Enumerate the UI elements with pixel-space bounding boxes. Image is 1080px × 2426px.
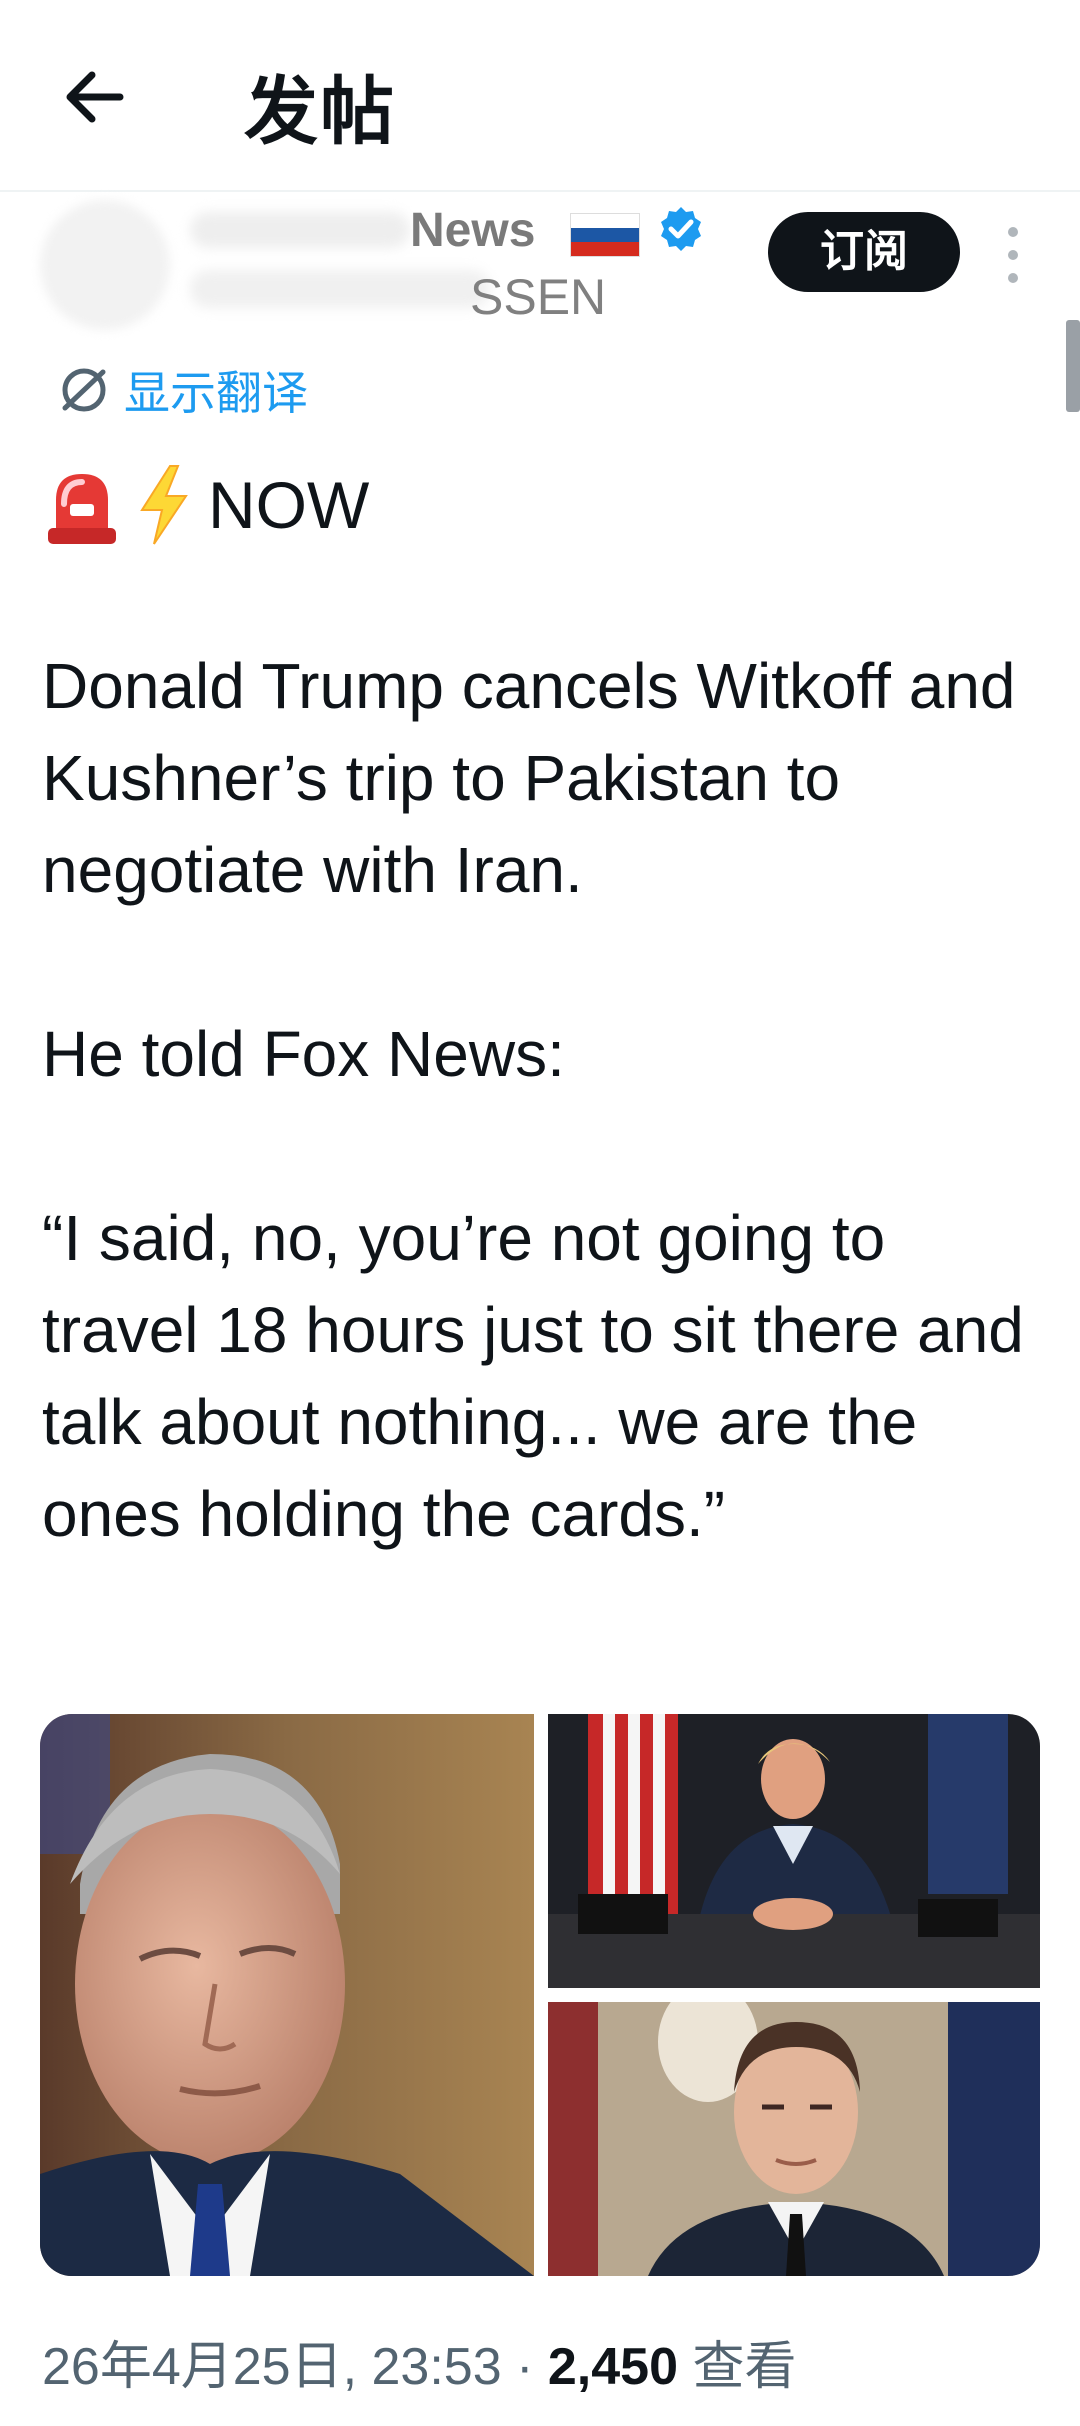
- photo-1[interactable]: [40, 1714, 534, 2276]
- page-title: 发帖: [244, 69, 396, 155]
- translate-icon: [62, 368, 106, 412]
- top-bar: 发帖: [0, 0, 1080, 192]
- headline-text: NOW: [208, 468, 370, 542]
- headline-row: NOW: [44, 460, 369, 550]
- name-redaction: [190, 212, 410, 248]
- views-count[interactable]: 2,450: [548, 2338, 678, 2396]
- subscribe-button[interactable]: 订阅: [768, 212, 960, 292]
- russia-flag-icon: [570, 213, 640, 257]
- author-handle[interactable]: SSEN: [470, 268, 606, 326]
- post-timestamp: 26年4月25日, 23:53: [42, 2338, 502, 2396]
- show-translation-link[interactable]: 显示翻译: [56, 358, 308, 422]
- handle-redaction: [190, 270, 490, 308]
- arrow-left-icon: [66, 71, 124, 123]
- views-label: 查看: [692, 2338, 797, 2396]
- back-button[interactable]: [60, 62, 130, 132]
- avatar[interactable]: [40, 200, 170, 330]
- tweet-paragraph: “I said, no, you’re not going to travel …: [42, 1202, 1024, 1550]
- meta-separator: ·: [516, 2338, 534, 2396]
- tweet-paragraph: He told Fox News:: [42, 1018, 565, 1090]
- bottom-edge: [0, 2396, 1080, 2426]
- translate-label: 显示翻译: [124, 366, 308, 420]
- rotating-light-icon: [48, 474, 116, 544]
- photo-3[interactable]: [548, 2002, 1040, 2276]
- high-voltage-icon: [140, 465, 188, 545]
- author-name[interactable]: News: [410, 203, 535, 258]
- photo-2[interactable]: [548, 1714, 1040, 1988]
- media-grid: [40, 1714, 1040, 2276]
- tweet-paragraph: Donald Trump cancels Witkoff and Kushner…: [42, 650, 1016, 906]
- verified-badge-icon: [661, 207, 701, 251]
- tweet-body: Donald Trump cancels Witkoff and Kushner…: [42, 640, 1042, 1560]
- more-vertical-icon[interactable]: [998, 222, 1028, 288]
- scrollbar[interactable]: [1066, 320, 1080, 412]
- post-detail-page: 发帖 News SSEN 订阅 显示翻译 NOW Donald Trump ca…: [0, 0, 1080, 2426]
- post-meta: 26年4月25日, 23:53 · 2,450 查看: [42, 2324, 796, 2399]
